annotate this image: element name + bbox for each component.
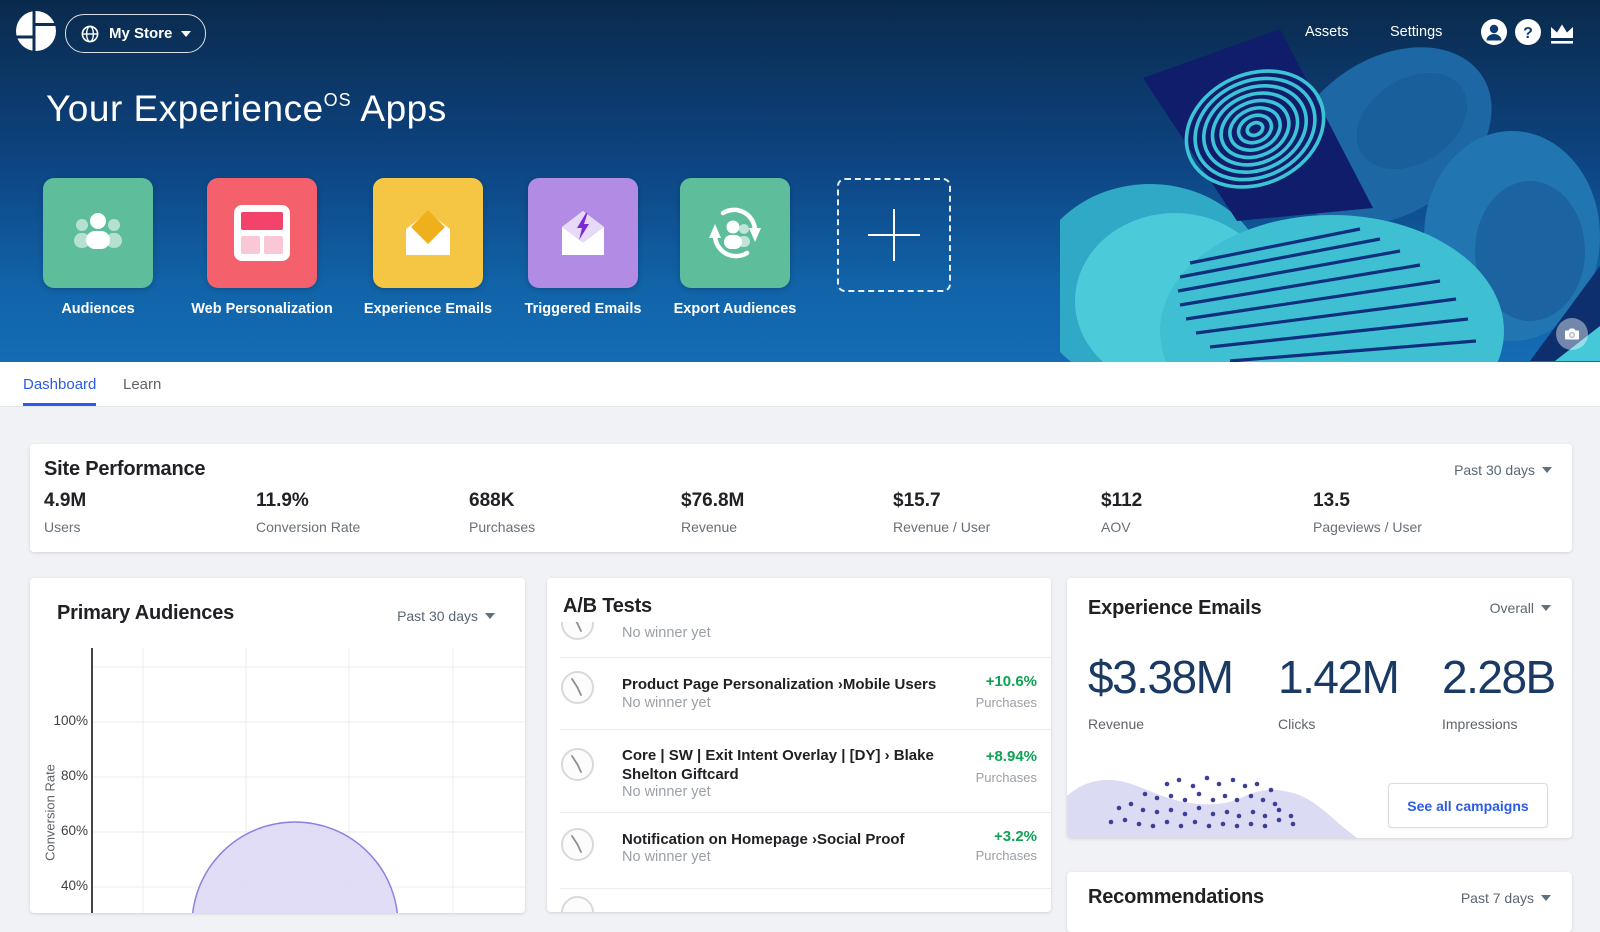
ab-test-metric: Purchases (976, 770, 1037, 785)
ab-test-uplift: +10.6% (986, 673, 1037, 690)
account-icon[interactable] (1481, 19, 1507, 45)
site-performance-title: Site Performance (44, 458, 205, 481)
primary-audiences-range-dropdown[interactable]: Past 30 days (397, 608, 495, 624)
nav-link-assets[interactable]: Assets (1305, 24, 1349, 40)
store-selector-label: My Store (109, 25, 172, 42)
envelope-diamond-icon (396, 201, 460, 265)
envelope-bolt-icon (551, 201, 615, 265)
ab-test-uplift: +3.2% (994, 828, 1037, 845)
range-label: Past 30 days (1454, 462, 1535, 478)
app-tile-label: Export Audiences (645, 301, 825, 317)
ab-test-status: No winner yet (622, 695, 711, 711)
nav-link-settings[interactable]: Settings (1390, 24, 1442, 40)
metric-revenue-per-user: $15.7Revenue / User (893, 490, 990, 535)
see-all-campaigns-button[interactable]: See all campaigns (1388, 783, 1548, 828)
primary-audiences-card: Primary Audiences Past 30 days 100% 80% … (30, 578, 525, 913)
dashboard-tabbar: Dashboard Learn (0, 362, 1600, 407)
ab-test-status: No winner yet (622, 625, 711, 641)
camera-icon (1564, 326, 1580, 342)
metric-aov: $112AOV (1101, 490, 1142, 535)
ab-test-metric: Purchases (976, 695, 1037, 710)
page-layout-icon (234, 205, 290, 261)
chevron-down-icon (1541, 895, 1551, 901)
metric-users: 4.9MUsers (44, 490, 86, 535)
chevron-down-icon (181, 31, 191, 37)
app-tile-label: Experience Emails (338, 301, 518, 317)
plus-icon (866, 207, 922, 263)
ab-test-status: No winner yet (622, 849, 711, 865)
app-tile-triggered-emails[interactable] (528, 178, 638, 288)
metric-conversion-rate: 11.9%Conversion Rate (256, 490, 360, 535)
clock-icon (560, 747, 595, 782)
store-selector[interactable]: My Store (65, 14, 206, 53)
chevron-down-icon (1541, 605, 1551, 611)
people-group-icon (66, 201, 130, 265)
recommendations-range-dropdown[interactable]: Past 7 days (1461, 890, 1551, 906)
metric-revenue: $76.8MRevenue (681, 490, 744, 535)
ytick-100: 100% (44, 713, 88, 728)
chevron-down-icon (1542, 467, 1552, 473)
chevron-down-icon (485, 613, 495, 619)
experience-emails-range-dropdown[interactable]: Overall (1490, 600, 1551, 616)
ab-test-uplift: +8.94% (986, 748, 1037, 765)
clock-icon (560, 670, 595, 705)
tab-learn[interactable]: Learn (123, 362, 161, 403)
ab-tests-title: A/B Tests (563, 595, 652, 618)
ab-test-name: Core | SW | Exit Intent Overlay | [DY] ›… (622, 746, 972, 784)
hero-abstract-illustration (1060, 0, 1600, 362)
metric-purchases: 688KPurchases (469, 490, 535, 535)
experience-emails-title: Experience Emails (1088, 597, 1261, 620)
app-tile-experience-emails[interactable] (373, 178, 483, 288)
audience-bubble[interactable] (192, 822, 398, 913)
stat-clicks: 1.42MClicks (1278, 650, 1398, 732)
app-tile-export-audiences[interactable] (680, 178, 790, 288)
metric-pageviews-per-user: 13.5Pageviews / User (1313, 490, 1422, 535)
ab-test-name: Product Page Personalization ›Mobile Use… (622, 675, 972, 694)
clock-icon (560, 895, 595, 912)
site-performance-range-dropdown[interactable]: Past 30 days (1454, 462, 1552, 478)
ab-test-metric: Purchases (976, 848, 1037, 863)
sync-people-icon (703, 201, 767, 265)
crown-icon[interactable] (1549, 21, 1575, 47)
app-tile-web-personalization[interactable] (207, 178, 317, 288)
dots-hill-decoration (1067, 768, 1357, 838)
ab-test-name: Notification on Homepage ›Social Proof (622, 830, 972, 849)
add-app-tile[interactable] (837, 178, 951, 292)
ab-tests-card: No winner yet A/B Tests Product Page Per… (547, 578, 1051, 912)
experience-os-logo[interactable] (16, 11, 56, 51)
page-title: Your ExperienceOS Apps (46, 88, 447, 130)
app-tile-audiences[interactable] (43, 178, 153, 288)
range-label: Past 7 days (1461, 890, 1534, 906)
range-label: Overall (1490, 600, 1534, 616)
tab-dashboard[interactable]: Dashboard (23, 362, 96, 406)
globe-icon (80, 24, 100, 44)
svg-text:?: ? (1523, 25, 1533, 42)
recommendations-card: Recommendations Past 7 days (1067, 872, 1572, 932)
clock-icon (560, 827, 595, 862)
app-tile-label: Audiences (8, 301, 188, 317)
y-axis-label: Conversion Rate (43, 743, 58, 883)
stat-revenue: $3.38MRevenue (1088, 650, 1232, 732)
experience-emails-card: Experience Emails Overall $3.38MRevenue … (1067, 578, 1572, 838)
change-cover-button[interactable] (1556, 318, 1588, 350)
range-label: Past 30 days (397, 608, 478, 624)
app-tile-label: Web Personalization (172, 301, 352, 317)
hero-banner: My Store Assets Settings ? Your Experien… (0, 0, 1600, 362)
site-performance-card: Site Performance Past 30 days 4.9MUsers … (30, 444, 1572, 552)
stat-impressions: 2.28BImpressions (1442, 650, 1555, 732)
primary-audiences-title: Primary Audiences (57, 602, 234, 625)
ab-test-status: No winner yet (622, 784, 711, 800)
ab-tests-header: A/B Tests (547, 578, 1051, 622)
audiences-bubble-chart (30, 642, 525, 913)
help-icon[interactable]: ? (1515, 19, 1541, 45)
recommendations-title: Recommendations (1088, 886, 1264, 909)
